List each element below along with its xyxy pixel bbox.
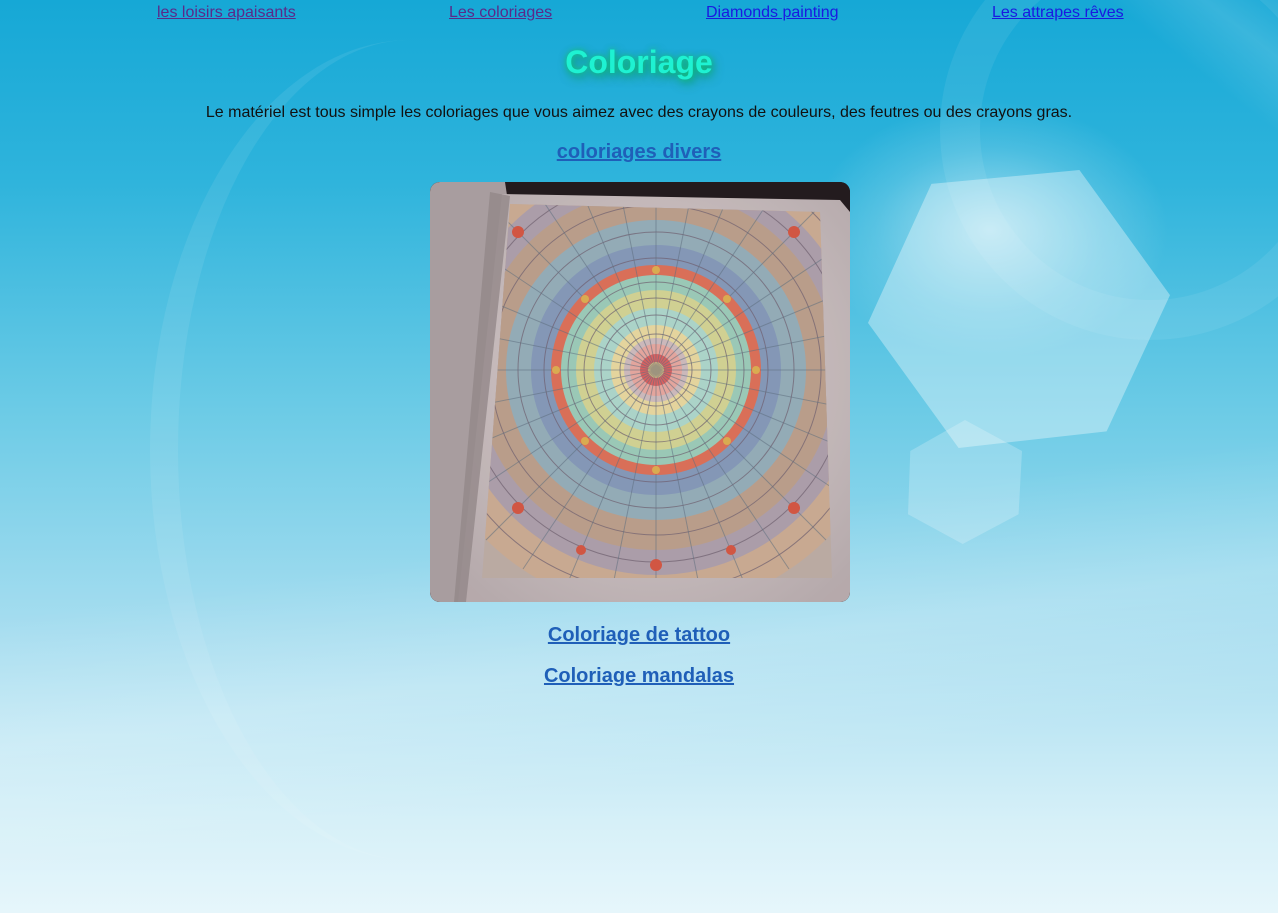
section-link-coloriage-tattoo[interactable]: Coloriage de tattoo (548, 624, 730, 646)
mandala-illustration (430, 182, 850, 602)
section-divers: coloriages divers (0, 141, 1278, 164)
top-nav: les loisirs apaisants Les coloriages Dia… (0, 0, 1278, 26)
background-hexagon (908, 420, 1022, 544)
nav-link-loisirs[interactable]: les loisirs apaisants (157, 4, 296, 22)
section-link-coloriage-mandalas[interactable]: Coloriage mandalas (544, 665, 734, 687)
intro-text: Le matériel est tous simple les coloriag… (205, 104, 1073, 121)
nav-link-attrapes-reves[interactable]: Les attrapes rêves (992, 4, 1124, 22)
section-mandalas: Coloriage mandalas (0, 665, 1278, 688)
nav-link-coloriages[interactable]: Les coloriages (449, 4, 552, 22)
section-tattoo: Coloriage de tattoo (0, 624, 1278, 647)
mandala-photo (430, 182, 850, 602)
section-link-coloriages-divers[interactable]: coloriages divers (557, 141, 722, 163)
nav-link-diamonds-painting[interactable]: Diamonds painting (706, 4, 839, 22)
background-glow (810, 100, 1170, 360)
background-hexagon (868, 170, 1170, 448)
page-title: Coloriage (565, 44, 713, 80)
